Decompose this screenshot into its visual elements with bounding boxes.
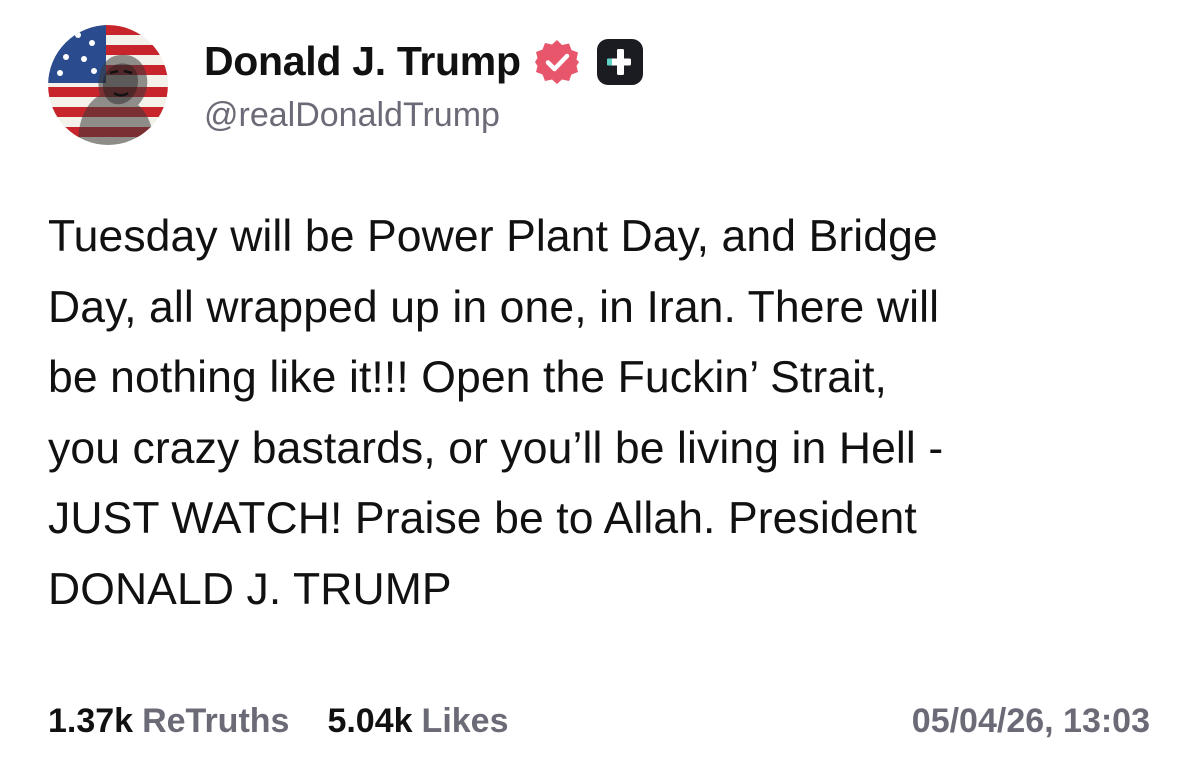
avatar-image (48, 25, 168, 145)
post-timestamp: 05/04/26, 13:03 (911, 701, 1150, 740)
author-display-name[interactable]: Donald J. Trump (204, 38, 521, 85)
retruths-count: 1.37k (48, 701, 134, 740)
verified-check-icon (533, 38, 581, 86)
author-handle[interactable]: @realDonaldTrump (204, 96, 645, 135)
truth-plus-icon (595, 37, 645, 87)
truth-post: Donald J. Trump @realDonaldTrump Tuesday… (0, 0, 1200, 775)
author-name-row: Donald J. Trump (204, 36, 645, 88)
retruths-label: ReTruths (142, 701, 290, 740)
likes-label: Likes (421, 701, 509, 740)
post-text: Tuesday will be Power Plant Day, and Bri… (48, 212, 944, 614)
likes-stat[interactable]: 5.04k Likes (327, 702, 508, 741)
avatar[interactable] (48, 25, 168, 145)
retruths-stat[interactable]: 1.37k ReTruths (48, 702, 289, 741)
post-stats: 1.37k ReTruths 5.04k Likes (48, 697, 547, 745)
author-identity: Donald J. Trump @realDonaldTrump (204, 36, 645, 135)
post-header: Donald J. Trump @realDonaldTrump (48, 23, 645, 147)
likes-count: 5.04k (327, 701, 413, 740)
